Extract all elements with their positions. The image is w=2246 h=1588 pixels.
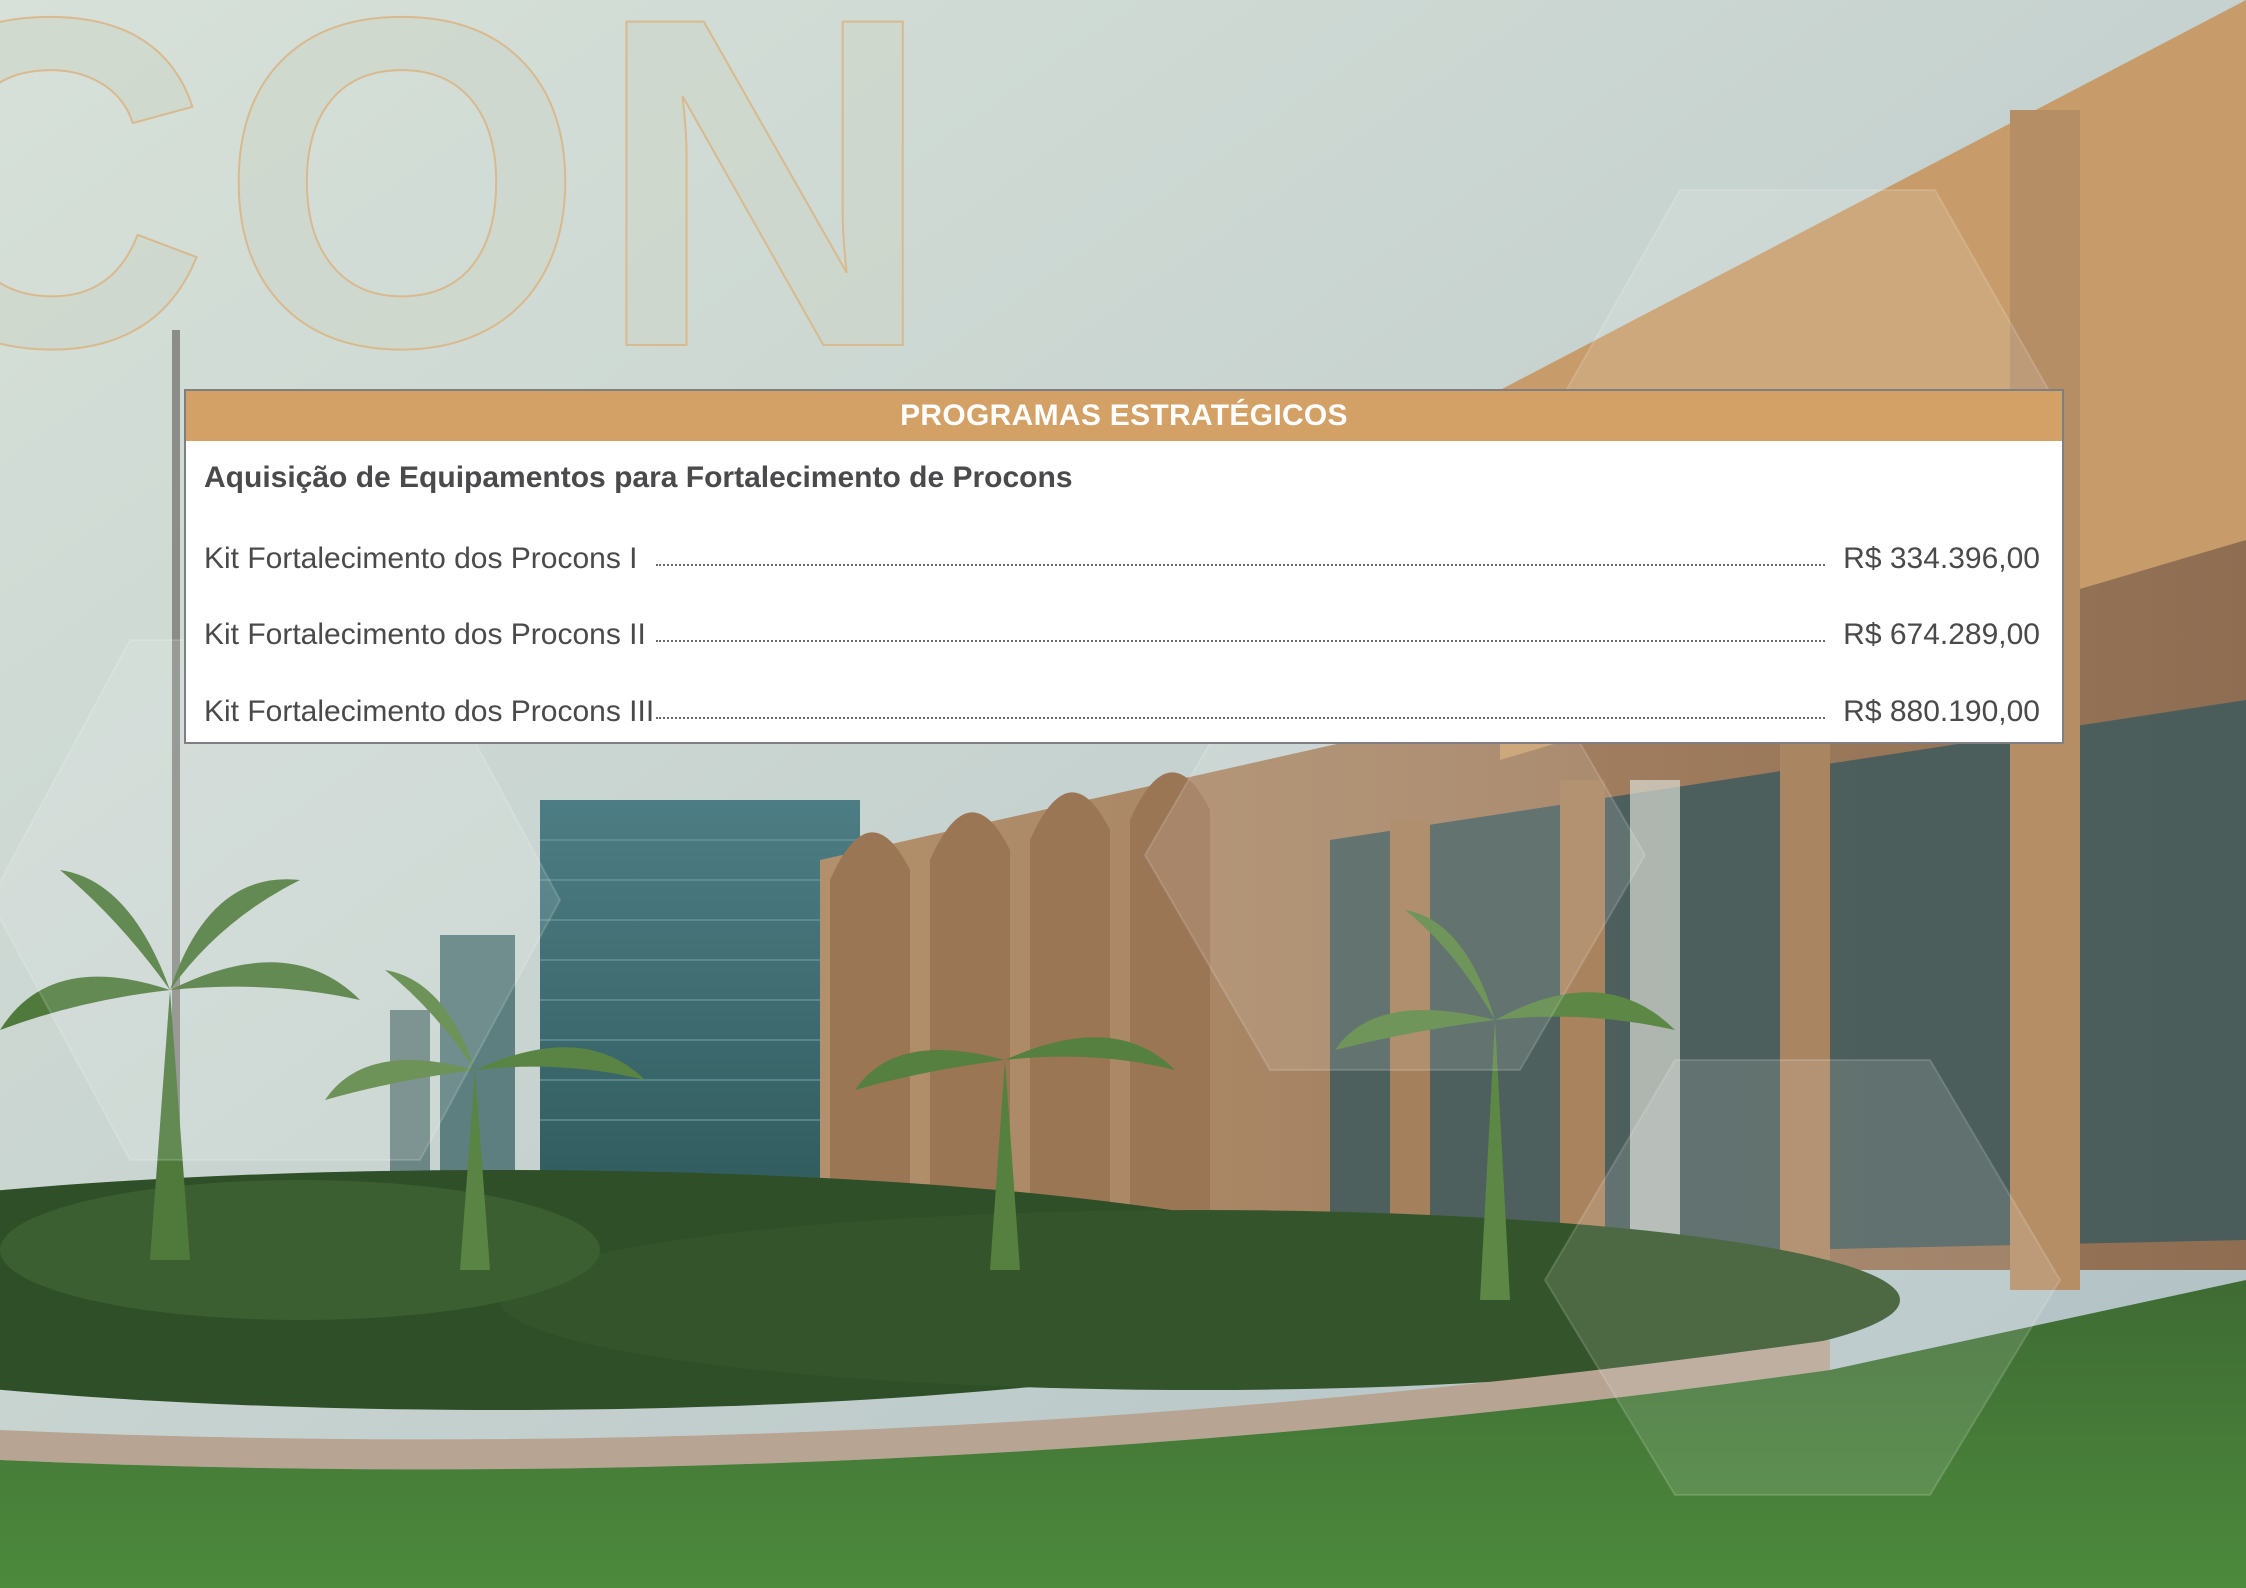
programs-table: PROGRAMAS ESTRATÉGICOS Aquisição de Equi… [184, 389, 2064, 744]
table-header: PROGRAMAS ESTRATÉGICOS [186, 391, 2062, 441]
dotted-leader [656, 717, 1826, 719]
table-row: Kit Fortalecimento dos Procons II R$ 674… [204, 612, 2040, 652]
dotted-leader [656, 564, 1826, 566]
table-row: Kit Fortalecimento dos Procons III R$ 88… [204, 689, 2040, 729]
table-row: Kit Fortalecimento dos Procons I R$ 334.… [204, 536, 2040, 576]
row-value: R$ 880.190,00 [1843, 695, 2040, 728]
row-value: R$ 674.289,00 [1843, 618, 2040, 651]
watermark-text: CON [0, 0, 944, 445]
background-photo: CON [0, 0, 2246, 1588]
row-value: R$ 334.396,00 [1843, 542, 2040, 575]
row-label: Kit Fortalecimento dos Procons I [204, 542, 638, 575]
row-label: Kit Fortalecimento dos Procons II [204, 618, 646, 651]
section-title: Aquisição de Equipamentos para Fortaleci… [204, 461, 1073, 494]
row-label: Kit Fortalecimento dos Procons III [204, 695, 655, 728]
dotted-leader [656, 640, 1826, 642]
